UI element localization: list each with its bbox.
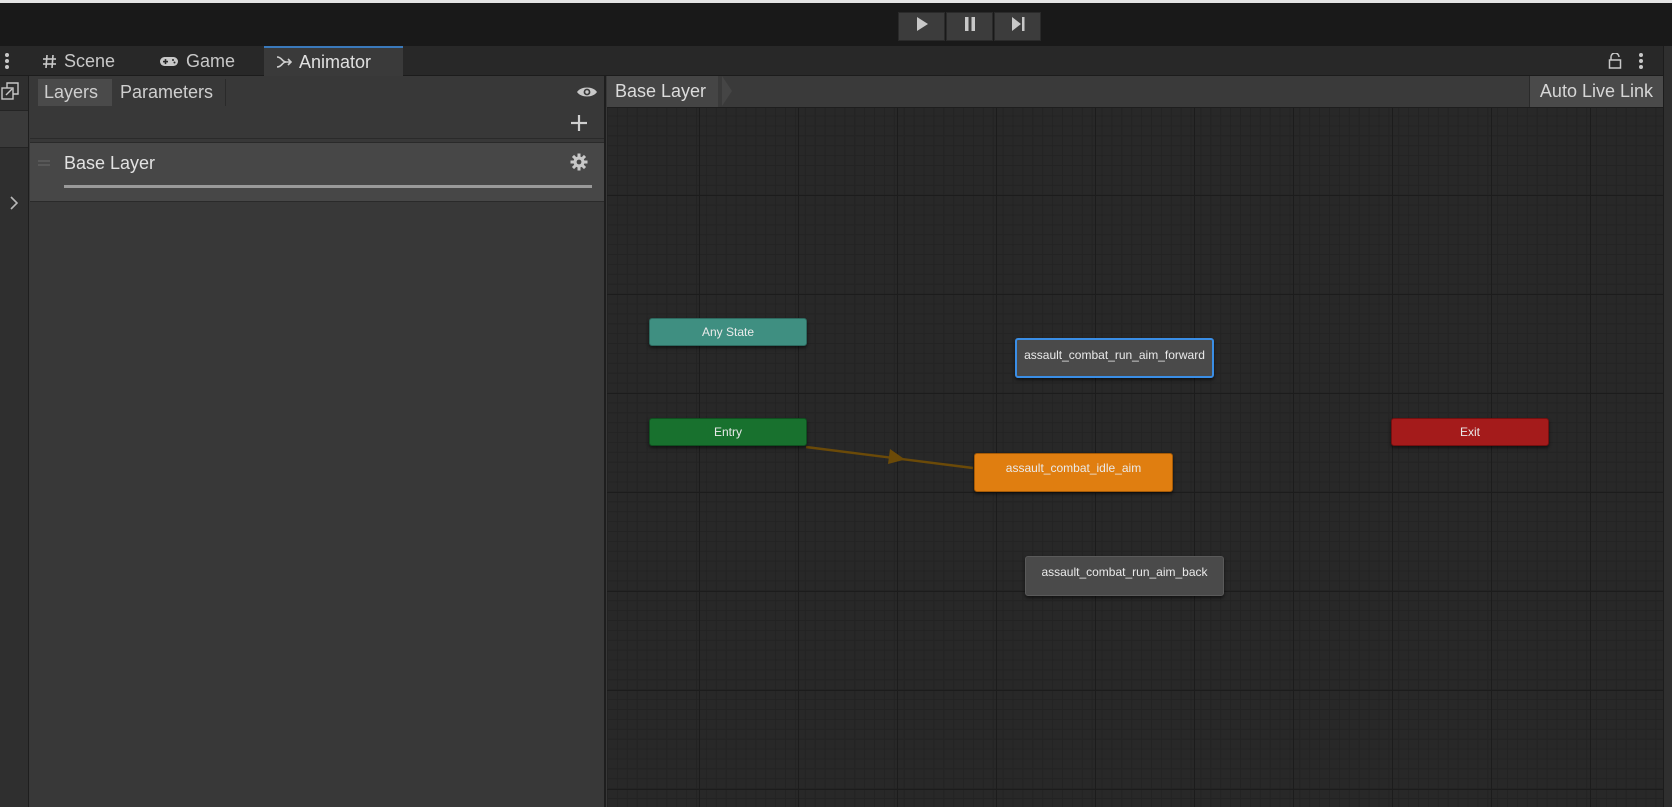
tab-scene[interactable]: Scene bbox=[42, 46, 115, 76]
drag-handle-icon[interactable] bbox=[38, 153, 50, 171]
layer-item-base-layer[interactable]: Base Layer bbox=[30, 142, 604, 202]
grid-icon bbox=[42, 54, 57, 69]
main-toolbar bbox=[0, 0, 1672, 46]
state-run-aim-forward[interactable]: assault_combat_run_aim_forward bbox=[1015, 338, 1214, 378]
tab-parameters-label: Parameters bbox=[120, 82, 214, 102]
more-vert-icon[interactable] bbox=[1638, 52, 1644, 75]
animator-graph[interactable]: Base Layer Auto Live Link Any State Entr… bbox=[607, 76, 1663, 807]
tab-parameters[interactable]: Parameters bbox=[114, 79, 226, 106]
state-any-state-label: Any State bbox=[701, 325, 755, 339]
state-entry[interactable]: Entry bbox=[649, 418, 807, 446]
strip-divider bbox=[0, 110, 28, 148]
tab-scene-label: Scene bbox=[64, 50, 116, 71]
state-idle-aim-label: assault_combat_idle_aim bbox=[1005, 461, 1142, 475]
chevron-right-icon[interactable] bbox=[10, 196, 19, 215]
play-button[interactable] bbox=[898, 12, 945, 41]
state-run-aim-forward-label: assault_combat_run_aim_forward bbox=[1024, 348, 1205, 362]
layers-panel: Layers Parameters Base Layer bbox=[30, 76, 606, 807]
state-exit[interactable]: Exit bbox=[1391, 418, 1549, 446]
tab-game-label: Game bbox=[186, 50, 236, 71]
state-idle-aim-default[interactable]: assault_combat_idle_aim bbox=[974, 453, 1173, 492]
left-tool-strip bbox=[0, 76, 29, 807]
lock-icon[interactable] bbox=[1608, 52, 1622, 74]
play-icon bbox=[915, 16, 929, 37]
layer-name: Base Layer bbox=[64, 153, 156, 173]
step-button[interactable] bbox=[994, 12, 1041, 41]
gear-icon[interactable] bbox=[570, 153, 588, 176]
gamepad-icon bbox=[159, 55, 179, 68]
step-icon bbox=[1010, 16, 1026, 37]
eye-icon[interactable] bbox=[576, 85, 598, 104]
state-exit-label: Exit bbox=[1459, 425, 1480, 439]
tab-animator[interactable]: Animator bbox=[264, 46, 403, 76]
right-edge-strip bbox=[1663, 46, 1672, 807]
tab-layers-label: Layers bbox=[44, 82, 99, 102]
layer-weight-slider[interactable] bbox=[64, 185, 592, 188]
panel-divider bbox=[30, 138, 604, 139]
layers-panel-tabs: Layers Parameters bbox=[30, 76, 604, 108]
add-layer-icon[interactable] bbox=[570, 114, 588, 137]
animator-icon bbox=[276, 54, 292, 70]
tab-animator-label: Animator bbox=[299, 51, 372, 72]
pause-icon bbox=[963, 16, 977, 37]
more-vert-icon[interactable] bbox=[4, 52, 10, 75]
tab-game[interactable]: Game bbox=[159, 46, 235, 76]
state-run-aim-back[interactable]: assault_combat_run_aim_back bbox=[1025, 556, 1224, 596]
window-tab-bar: Scene Game Animator bbox=[0, 46, 1672, 76]
pause-button[interactable] bbox=[946, 12, 993, 41]
state-any-state[interactable]: Any State bbox=[649, 318, 807, 346]
state-entry-label: Entry bbox=[713, 425, 742, 439]
window-restore-icon[interactable] bbox=[1, 82, 19, 105]
state-run-aim-back-label: assault_combat_run_aim_back bbox=[1041, 565, 1208, 579]
tab-layers[interactable]: Layers bbox=[38, 79, 112, 106]
